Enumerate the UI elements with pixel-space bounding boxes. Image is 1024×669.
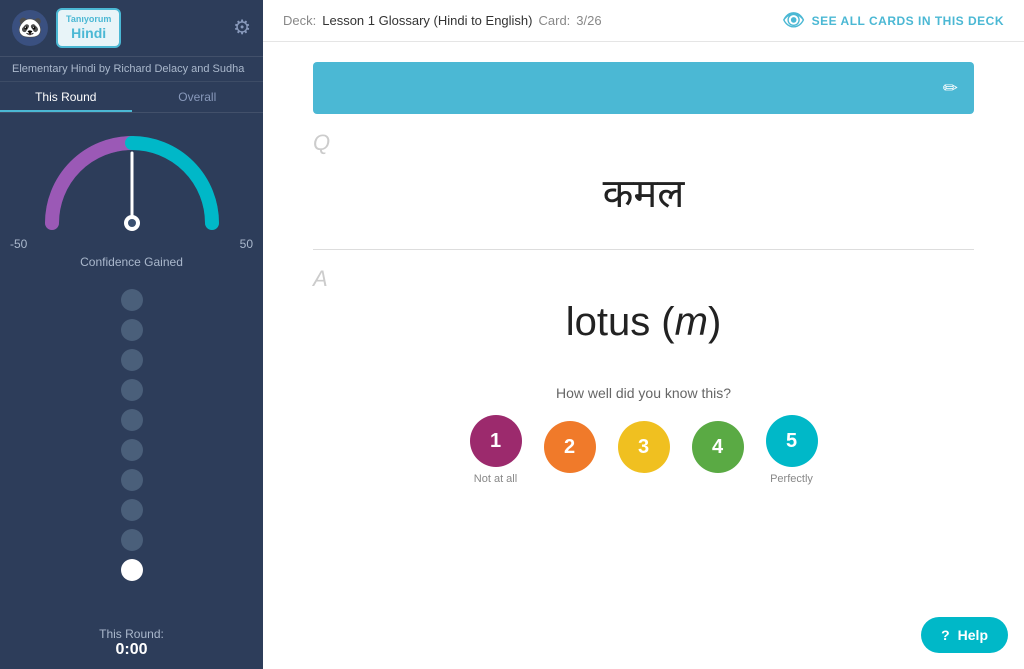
tab-overall[interactable]: Overall [132,82,264,112]
card-bar: ✏ [313,62,974,114]
deck-badge-lang: Hindi [66,25,111,42]
gear-icon[interactable]: ⚙ [233,15,251,40]
deck-badge: Tanıyorum Hindi [56,8,121,48]
round-time: 0:00 [99,641,164,659]
rating-btn-5[interactable]: 5 Perfectly [766,415,818,485]
logo-area: 🐼 Tanıyorum Hindi [12,8,121,48]
answer-text: lotus (m) [313,270,974,365]
topbar-left: Deck: Lesson 1 Glossary (Hindi to Englis… [283,13,602,28]
question-section: Q कमल [313,114,974,249]
rating-buttons: 1 Not at all 2 3 4 5 Perfectly [470,415,818,485]
card-label: Card: [539,13,571,28]
rating-prompt: How well did you know this? [556,385,731,401]
rating-btn-3[interactable]: 3 [618,421,670,479]
dot-9 [121,529,143,551]
deck-name: Lesson 1 Glossary (Hindi to English) [322,13,532,28]
rating-label-1: Not at all [474,473,517,485]
dot-3 [121,349,143,371]
question-text: कमल [313,134,974,239]
deck-badge-top: Tanıyorum [66,14,111,25]
round-label: This Round: [99,627,164,641]
help-icon: ? [941,627,950,643]
confidence-gauge [42,133,222,233]
help-label: Help [958,627,988,643]
gauge-max: 50 [240,237,253,251]
topbar: Deck: Lesson 1 Glossary (Hindi to Englis… [263,0,1024,42]
rating-circle-1[interactable]: 1 [470,415,522,467]
dot-4 [121,379,143,401]
rating-btn-4[interactable]: 4 [692,421,744,479]
dot-2 [121,319,143,341]
gauge-labels: -50 50 [10,237,253,251]
dot-10 [121,559,143,581]
rating-label-5: Perfectly [770,473,813,485]
rating-circle-5[interactable]: 5 [766,415,818,467]
sidebar-header: 🐼 Tanıyorum Hindi ⚙ [0,0,263,57]
rating-btn-2[interactable]: 2 [544,421,596,479]
confidence-label: Confidence Gained [80,255,183,269]
see-all-icon: 👁 [782,10,805,31]
dot-8 [121,499,143,521]
see-all-link[interactable]: 👁 SEE ALL CARDS IN THIS DECK [782,10,1004,31]
see-all-text: SEE ALL CARDS IN THIS DECK [812,14,1004,28]
rating-circle-4[interactable]: 4 [692,421,744,473]
gauge-area: -50 50 Confidence Gained [0,113,263,279]
dot-6 [121,439,143,461]
dot-5 [121,409,143,431]
rating-circle-2[interactable]: 2 [544,421,596,473]
dots-list [121,279,143,617]
rating-btn-1[interactable]: 1 Not at all [470,415,522,485]
dot-1 [121,289,143,311]
round-info: This Round: 0:00 [89,617,174,669]
help-button[interactable]: ? Help [921,617,1008,653]
rating-circle-3[interactable]: 3 [618,421,670,473]
card-count: 3/26 [576,13,601,28]
deck-label: Deck: [283,13,316,28]
main-content: Deck: Lesson 1 Glossary (Hindi to Englis… [263,0,1024,669]
answer-section: A lotus (m) [313,250,974,375]
logo-icon: 🐼 [12,10,48,46]
gauge-min: -50 [10,237,27,251]
a-label: A [313,266,328,292]
q-label: Q [313,130,330,156]
tab-this-round[interactable]: This Round [0,82,132,112]
edit-icon[interactable]: ✏ [943,78,958,99]
sidebar: 🐼 Tanıyorum Hindi ⚙ Elementary Hindi by … [0,0,263,669]
tabs: This Round Overall [0,82,263,113]
book-title: Elementary Hindi by Richard Delacy and S… [0,57,263,82]
dot-7 [121,469,143,491]
rating-section: How well did you know this? 1 Not at all… [313,375,974,505]
card-area: ✏ Q कमल A lotus (m) How well did you kno… [263,42,1024,669]
